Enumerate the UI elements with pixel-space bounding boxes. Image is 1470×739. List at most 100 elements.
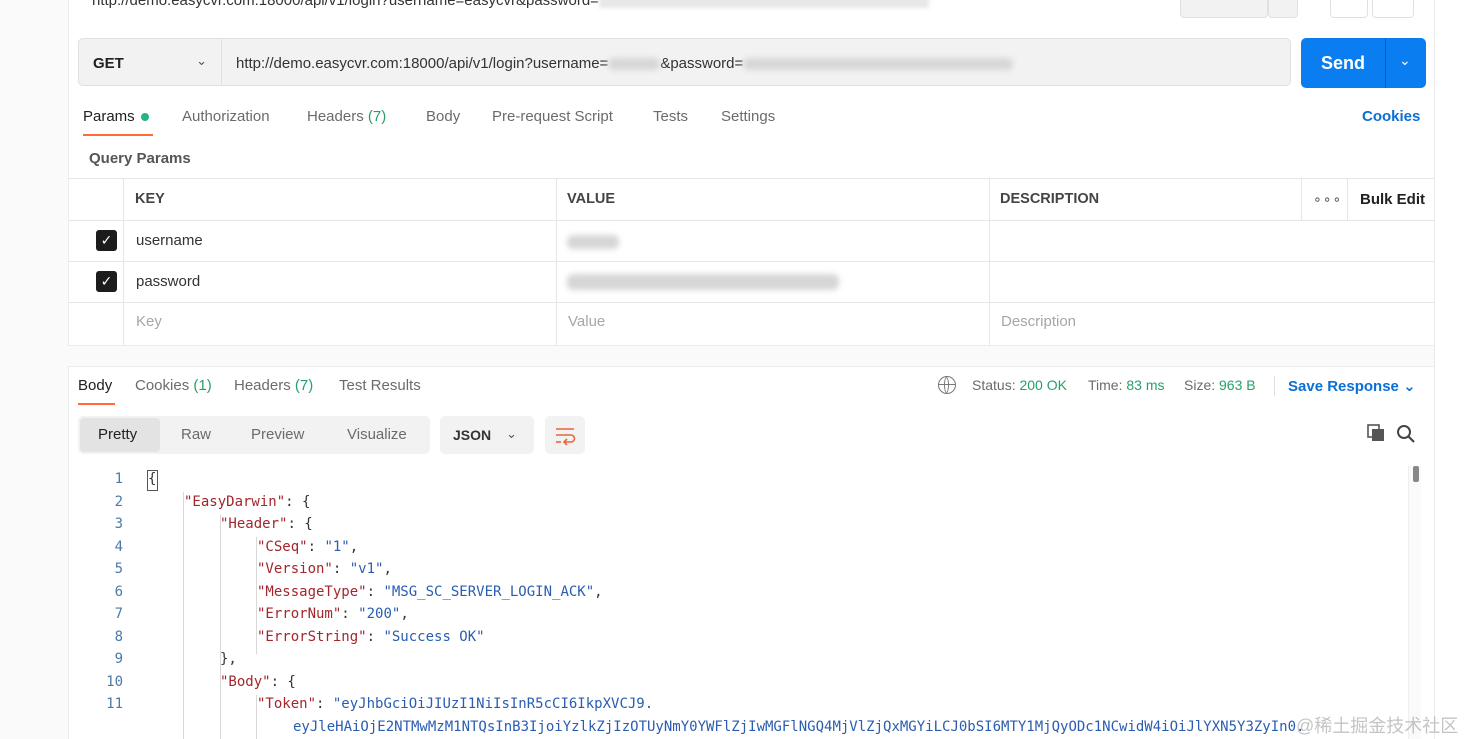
response-tab-headers[interactable]: Headers (7) bbox=[234, 377, 313, 394]
right-sidebar bbox=[1434, 0, 1470, 739]
response-tab-cookies[interactable]: Cookies (1) bbox=[135, 377, 212, 394]
chevron-down-icon: ⌄ bbox=[1403, 378, 1416, 395]
line-number: 6 bbox=[114, 584, 123, 600]
chevron-down-icon: ⌄ bbox=[196, 53, 207, 68]
watermark: @稀土掘金技术社区 bbox=[1296, 716, 1459, 736]
send-separator bbox=[1385, 38, 1386, 88]
copy-icon[interactable] bbox=[1367, 424, 1385, 442]
send-label: Send bbox=[1321, 53, 1366, 73]
line-number: 9 bbox=[114, 651, 123, 667]
tab-params[interactable]: Params bbox=[83, 108, 149, 125]
method-select[interactable]: GET ⌄ bbox=[78, 38, 222, 86]
column-header-value: VALUE bbox=[567, 191, 616, 207]
chevron-down-icon: ⌄ bbox=[506, 426, 517, 441]
globe-icon[interactable] bbox=[938, 376, 956, 394]
table-divider bbox=[556, 178, 557, 345]
table-divider bbox=[123, 178, 124, 345]
tab-body[interactable]: Body bbox=[426, 108, 460, 125]
save-dropdown-button[interactable] bbox=[1268, 0, 1298, 18]
params-active-dot bbox=[140, 113, 149, 122]
indent-guide bbox=[220, 515, 221, 739]
pane-divider[interactable] bbox=[68, 345, 1434, 367]
line-number: 5 bbox=[114, 561, 123, 577]
bulk-edit-button[interactable]: Bulk Edit bbox=[1360, 191, 1425, 208]
send-button[interactable]: Send ⌄ bbox=[1301, 38, 1426, 88]
cookies-link[interactable]: Cookies bbox=[1362, 108, 1420, 125]
new-key-input[interactable]: Key bbox=[136, 313, 162, 330]
table-border bbox=[68, 178, 1434, 179]
code-line: }, bbox=[220, 651, 237, 667]
line-number: 4 bbox=[114, 539, 123, 555]
active-tab-indicator bbox=[78, 403, 115, 405]
url-input[interactable]: http://demo.easycvr.com:18000/api/v1/log… bbox=[222, 38, 1291, 86]
indent-guide bbox=[183, 492, 184, 739]
tab-tests[interactable]: Tests bbox=[653, 108, 688, 125]
view-mode-preview[interactable]: Preview bbox=[251, 426, 304, 443]
wrap-lines-button[interactable] bbox=[545, 416, 585, 454]
format-select[interactable]: JSON ⌄ bbox=[440, 416, 534, 454]
editor-scrollbar[interactable] bbox=[1408, 466, 1421, 739]
table-border bbox=[68, 220, 1434, 221]
table-divider bbox=[1347, 178, 1348, 220]
table-divider bbox=[1301, 178, 1302, 220]
search-icon[interactable] bbox=[1396, 424, 1416, 444]
more-options-icon[interactable]: ∘∘∘ bbox=[1313, 191, 1342, 208]
table-border bbox=[68, 261, 1434, 262]
new-description-input[interactable]: Description bbox=[1001, 313, 1076, 330]
code-line: "ErrorNum": "200", bbox=[257, 606, 409, 622]
request-name-partial: http://demo.easycvr.com:18000/api/v1/log… bbox=[92, 0, 929, 9]
new-value-input[interactable]: Value bbox=[568, 313, 605, 330]
save-button[interactable] bbox=[1180, 0, 1268, 18]
row-checkbox-username[interactable]: ✓ bbox=[96, 230, 117, 251]
code-line: "Version": "v1", bbox=[257, 561, 392, 577]
save-response-button[interactable]: Save Response ⌄ bbox=[1288, 377, 1416, 395]
column-header-key: KEY bbox=[135, 191, 165, 207]
wrap-lines-icon bbox=[556, 428, 576, 446]
view-mode-visualize[interactable]: Visualize bbox=[347, 426, 407, 443]
active-tab-indicator bbox=[83, 134, 153, 136]
view-mode-raw[interactable]: Raw bbox=[181, 426, 211, 443]
tab-prerequest-script[interactable]: Pre-request Script bbox=[492, 108, 613, 125]
line-number: 2 bbox=[114, 494, 123, 510]
param-value-username[interactable] bbox=[567, 233, 619, 250]
response-tab-test-results[interactable]: Test Results bbox=[339, 377, 421, 394]
code-line: "Header": { bbox=[220, 516, 313, 532]
line-number: 3 bbox=[114, 516, 123, 532]
code-line: "ErrorString": "Success OK" bbox=[257, 629, 485, 645]
tab-settings[interactable]: Settings bbox=[721, 108, 775, 125]
status-readout: Status: 200 OK bbox=[972, 377, 1067, 393]
url-text: http://demo.easycvr.com:18000/api/v1/log… bbox=[236, 55, 1014, 72]
response-tab-body[interactable]: Body bbox=[78, 377, 112, 394]
param-key-password[interactable]: password bbox=[136, 273, 200, 290]
left-sidebar bbox=[0, 0, 69, 739]
code-line: "MessageType": "MSG_SC_SERVER_LOGIN_ACK"… bbox=[257, 584, 603, 600]
edit-icon[interactable] bbox=[1330, 0, 1368, 18]
format-label: JSON bbox=[453, 427, 492, 443]
line-number: 8 bbox=[114, 629, 123, 645]
view-mode-pretty[interactable]: Pretty bbox=[98, 426, 137, 443]
column-header-description: DESCRIPTION bbox=[1000, 191, 1100, 207]
scrollbar-thumb[interactable] bbox=[1413, 466, 1419, 482]
code-line: "CSeq": "1", bbox=[257, 539, 359, 555]
line-number: 10 bbox=[106, 674, 123, 690]
code-line: eyJleHAiOjE2NTMwMzM1NTQsInB3IjoiYzlkZjIz… bbox=[293, 719, 1305, 735]
size-readout: Size: 963 B bbox=[1184, 377, 1256, 393]
code-line: { bbox=[148, 471, 157, 487]
chevron-down-icon[interactable]: ⌄ bbox=[1399, 52, 1411, 69]
time-readout: Time: 83 ms bbox=[1088, 377, 1165, 393]
line-number: 7 bbox=[114, 606, 123, 622]
comment-icon[interactable] bbox=[1372, 0, 1414, 18]
param-value-password[interactable] bbox=[567, 273, 839, 291]
table-divider bbox=[989, 178, 990, 345]
table-border bbox=[68, 302, 1434, 303]
line-number: 1 bbox=[114, 471, 123, 487]
query-params-title: Query Params bbox=[89, 150, 191, 167]
row-checkbox-password[interactable]: ✓ bbox=[96, 271, 117, 292]
method-label: GET bbox=[93, 55, 124, 72]
tab-headers[interactable]: Headers (7) bbox=[307, 108, 386, 125]
separator bbox=[1274, 376, 1275, 396]
tab-authorization[interactable]: Authorization bbox=[182, 108, 270, 125]
code-line: "Token": "eyJhbGciOiJIUzI1NiIsInR5cCI6Ik… bbox=[257, 696, 654, 712]
line-number: 11 bbox=[106, 696, 123, 712]
param-key-username[interactable]: username bbox=[136, 232, 203, 249]
